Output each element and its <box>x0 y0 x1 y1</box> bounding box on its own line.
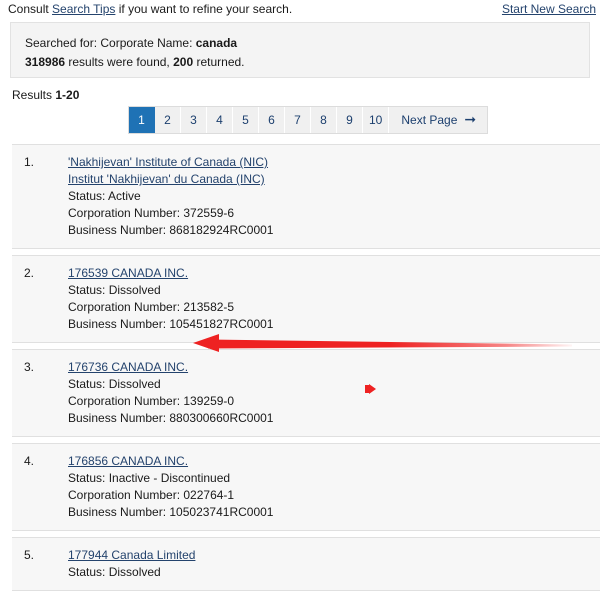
result-status: Status: Dissolved <box>68 283 161 297</box>
result-index: 2. <box>24 266 35 280</box>
top-bar: Consult Search Tips if you want to refin… <box>0 0 600 18</box>
page-button-10[interactable]: 10 <box>363 107 390 133</box>
page-button-3[interactable]: 3 <box>181 107 207 133</box>
result-name-link[interactable]: 176539 CANADA INC. <box>68 265 188 282</box>
page-button-5[interactable]: 5 <box>233 107 259 133</box>
search-summary-box: Searched for: Corporate Name: canada 318… <box>10 22 590 78</box>
pagination[interactable]: 1 2 3 4 5 6 7 8 9 10 Next Page ➞ <box>128 106 489 134</box>
result-index: 3. <box>24 360 35 374</box>
results-found-suffix-label: returned. <box>193 55 245 69</box>
result-body: 177944 Canada Limited Status: Dissolved <box>68 547 600 581</box>
result-status: Status: Inactive - Discontinued <box>68 471 231 485</box>
results-found-count: 318986 <box>25 55 66 69</box>
result-name-link[interactable]: 176736 CANADA INC. <box>68 359 188 376</box>
page-button-4[interactable]: 4 <box>207 107 233 133</box>
result-status: Status: Dissolved <box>68 377 161 391</box>
page-button-9[interactable]: 9 <box>337 107 363 133</box>
next-page-button[interactable]: Next Page ➞ <box>389 107 488 133</box>
result-business-number: Business Number: 105023741RC0001 <box>68 505 274 519</box>
result-name-link[interactable]: 176856 CANADA INC. <box>68 453 188 470</box>
result-body: 'Nakhijevan' Institute of Canada (NIC) I… <box>68 154 600 239</box>
page-button-2[interactable]: 2 <box>155 107 181 133</box>
result-corporation-number: Corporation Number: 139259-0 <box>68 394 235 408</box>
result-index: 4. <box>24 454 35 468</box>
start-new-search-link[interactable]: Start New Search <box>502 2 596 16</box>
page-button-1[interactable]: 1 <box>129 107 155 133</box>
results-range-label: Results <box>12 88 56 102</box>
result-index: 5. <box>24 548 35 562</box>
result-corporation-number: Corporation Number: 372559-6 <box>68 206 235 220</box>
result-body: 176539 CANADA INC. Status: Dissolved Cor… <box>68 265 600 333</box>
searched-for-label: Searched for: Corporate Name: <box>25 36 196 50</box>
result-business-number: Business Number: 868182924RC0001 <box>68 223 274 237</box>
result-status: Status: Dissolved <box>68 565 161 579</box>
arrow-right-icon: ➞ <box>464 111 477 127</box>
result-name-link[interactable]: 'Nakhijevan' Institute of Canada (NIC) <box>68 154 268 171</box>
searched-for-line: Searched for: Corporate Name: canada <box>25 34 589 53</box>
page-button-7[interactable]: 7 <box>285 107 311 133</box>
result-body: 176736 CANADA INC. Status: Dissolved Cor… <box>68 359 600 427</box>
search-tips-link[interactable]: Search Tips <box>52 2 115 16</box>
pagination-wrapper: 1 2 3 4 5 6 7 8 9 10 Next Page ➞ <box>0 106 600 138</box>
results-found-middle-label: results were found, <box>65 55 174 69</box>
results-found-line: 318986 results were found, 200 returned. <box>25 53 589 72</box>
table-row[interactable]: 3. 176736 CANADA INC. Status: Dissolved … <box>12 349 600 437</box>
result-business-number: Business Number: 105451827RC0001 <box>68 317 274 331</box>
page-button-8[interactable]: 8 <box>311 107 337 133</box>
result-business-number: Business Number: 880300660RC0001 <box>68 411 274 425</box>
table-row[interactable]: 4. 176856 CANADA INC. Status: Inactive -… <box>12 443 600 531</box>
result-name-link-alt[interactable]: Institut 'Nakhijevan' du Canada (INC) <box>68 171 265 188</box>
result-status: Status: Active <box>68 189 141 203</box>
next-page-label: Next Page <box>401 113 458 127</box>
results-returned-count: 200 <box>173 55 194 69</box>
consult-prefix-label: Consult <box>8 2 53 16</box>
result-name-link[interactable]: 177944 Canada Limited <box>68 547 195 564</box>
results-list: 1. 'Nakhijevan' Institute of Canada (NIC… <box>12 144 600 591</box>
result-body: 176856 CANADA INC. Status: Inactive - Di… <box>68 453 600 521</box>
table-row[interactable]: 2. 176539 CANADA INC. Status: Dissolved … <box>12 255 600 343</box>
table-row[interactable]: 1. 'Nakhijevan' Institute of Canada (NIC… <box>12 144 600 249</box>
result-index: 1. <box>24 155 35 169</box>
table-row[interactable]: 5. 177944 Canada Limited Status: Dissolv… <box>12 537 600 591</box>
search-term-value: canada <box>195 36 238 50</box>
result-corporation-number: Corporation Number: 022764-1 <box>68 488 235 502</box>
consult-text: Consult Search Tips if you want to refin… <box>8 2 292 16</box>
results-range: Results 1-20 <box>12 88 600 102</box>
results-range-value: 1-20 <box>55 88 80 102</box>
page-button-6[interactable]: 6 <box>259 107 285 133</box>
consult-suffix-label: if you want to refine your search. <box>115 2 293 16</box>
result-corporation-number: Corporation Number: 213582-5 <box>68 300 235 314</box>
